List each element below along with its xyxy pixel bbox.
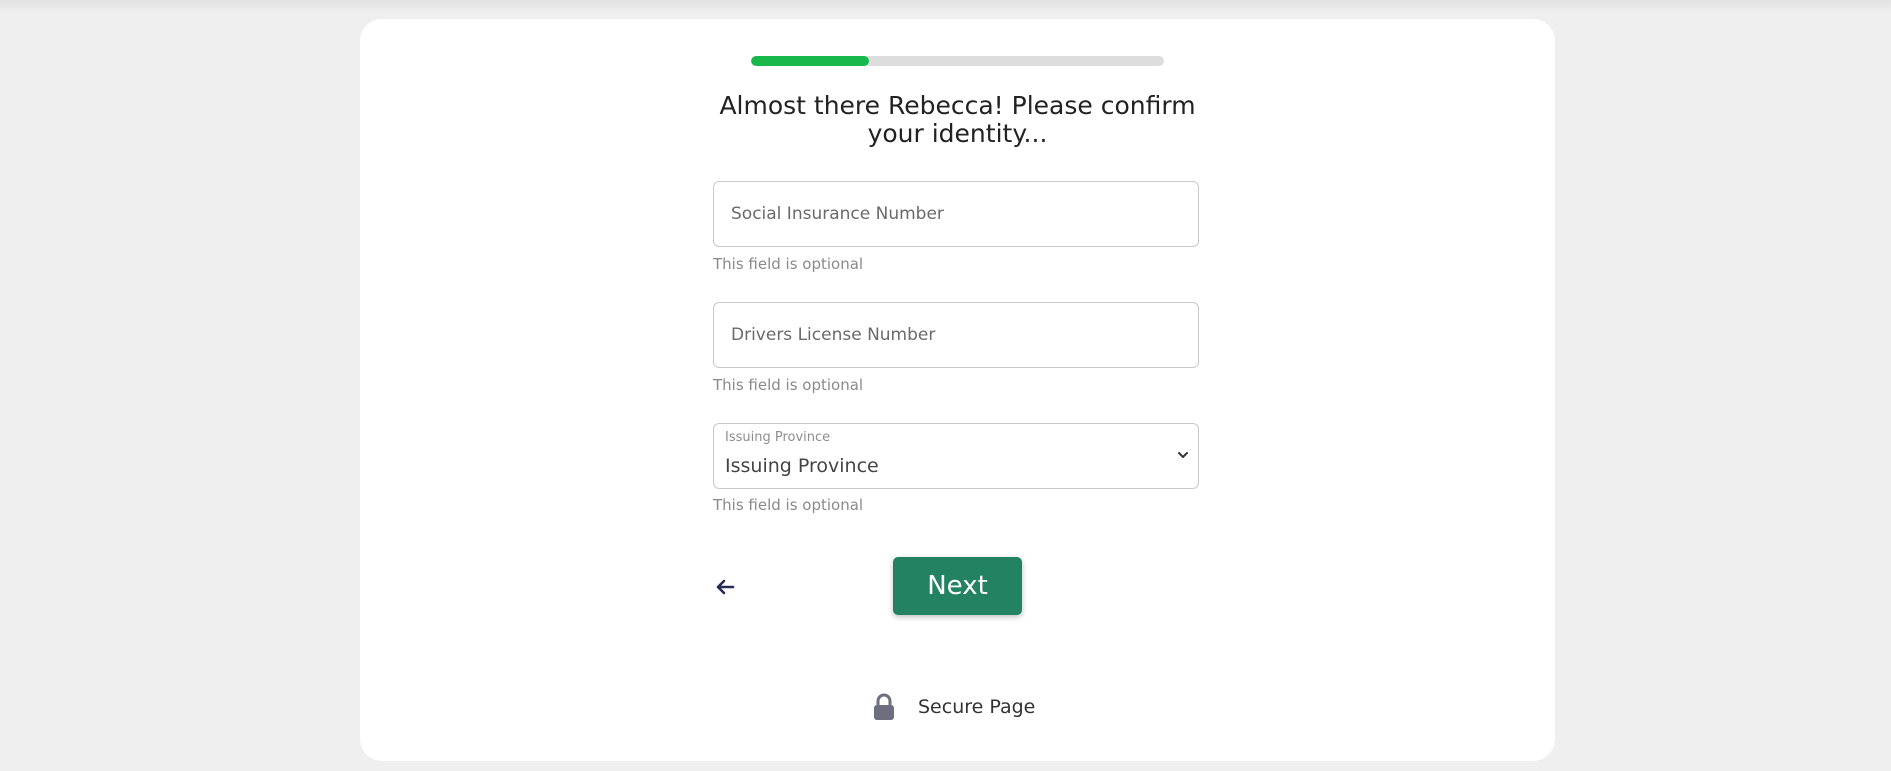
chevron-down-icon xyxy=(1178,452,1188,458)
lock-icon xyxy=(874,693,894,720)
top-shadow xyxy=(0,0,1891,14)
secure-page-label: Secure Page xyxy=(918,696,1036,718)
sin-field[interactable] xyxy=(713,181,1199,247)
next-button[interactable]: Next xyxy=(893,557,1022,615)
license-help-text: This field is optional xyxy=(713,376,864,394)
license-input[interactable] xyxy=(731,303,1181,367)
page-title: Almost there Rebecca! Please confirm you… xyxy=(719,91,1196,148)
arrow-left-icon[interactable] xyxy=(712,574,738,600)
province-select[interactable]: Issuing Province Issuing Province xyxy=(713,423,1199,489)
province-help-text: This field is optional xyxy=(713,496,864,514)
sin-input[interactable] xyxy=(731,182,1181,246)
progress-bar xyxy=(751,56,1164,66)
license-field[interactable] xyxy=(713,302,1199,368)
province-label: Issuing Province xyxy=(725,430,831,445)
form-card: Almost there Rebecca! Please confirm you… xyxy=(360,19,1555,761)
progress-fill xyxy=(751,56,870,66)
sin-help-text: This field is optional xyxy=(713,255,864,273)
province-selected-value: Issuing Province xyxy=(725,455,879,477)
